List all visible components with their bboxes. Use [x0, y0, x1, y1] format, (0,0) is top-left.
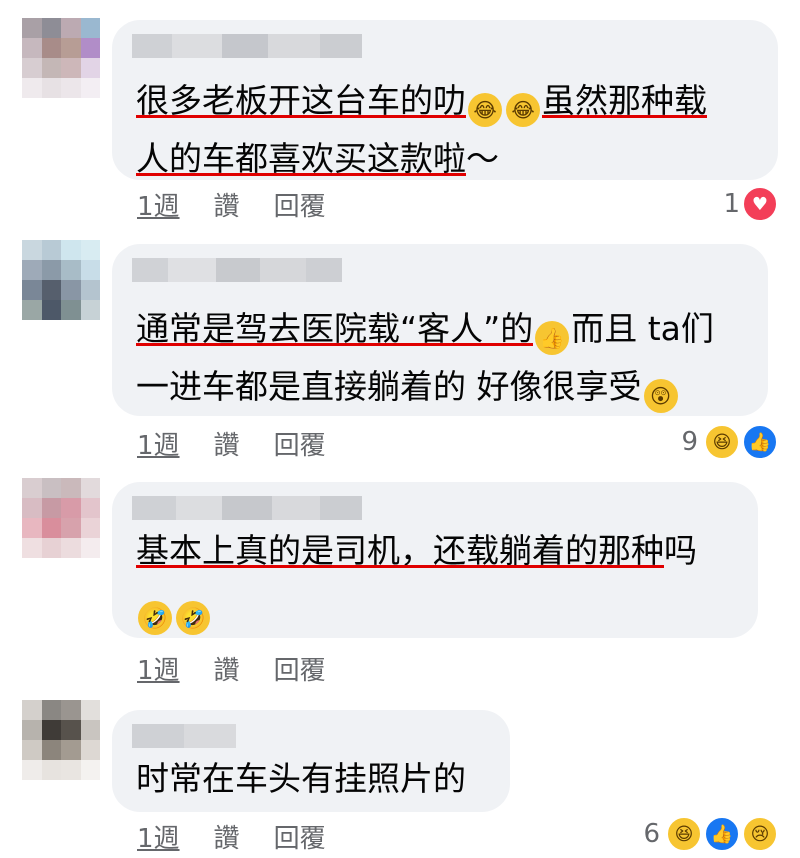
like-icon: 👍	[742, 424, 778, 460]
timestamp-link[interactable]: 1週	[137, 824, 180, 854]
avatar[interactable]	[22, 700, 100, 780]
emoji-icon: 😂	[468, 93, 502, 127]
comment-text: 基本上真的是司机，还载躺着的那种吗 🤣 🤣	[136, 522, 697, 638]
comment-line: 人的车都喜欢买这款啦～	[136, 130, 707, 188]
comment-text: 时常在车头有挂照片的	[136, 750, 466, 808]
reaction-summary[interactable]: 1 ♥	[723, 186, 778, 222]
avatar[interactable]	[22, 240, 100, 320]
reply-button[interactable]: 回覆	[274, 824, 326, 854]
emoji-icon: 😂	[506, 93, 540, 127]
underlined-text: 基本上真的是司机，还载躺着的那种	[136, 531, 664, 570]
underlined-text: 很多老板开这台车的叻	[136, 81, 466, 120]
timestamp-link[interactable]: 1週	[137, 656, 180, 686]
comment-text-span: 时常在车头有挂照片的	[136, 759, 466, 798]
comment-bubble: 基本上真的是司机，还载躺着的那种吗 🤣 🤣	[112, 482, 758, 638]
comment-line: 基本上真的是司机，还载躺着的那种吗	[136, 522, 697, 580]
comment-actions: 1週 讚 回覆	[137, 650, 360, 687]
haha-icon: 😆	[704, 424, 740, 460]
reply-button[interactable]: 回覆	[274, 656, 326, 686]
comment-actions: 1週 讚 回覆	[137, 818, 360, 855]
emoji-icon: 👍	[535, 321, 570, 355]
avatar[interactable]	[22, 18, 100, 98]
comment-text: 通常是驾去医院载“客人”的 👍 而且 ta们 一进车都是直接躺着的 好像很享受 😲	[136, 300, 714, 416]
comment-bubble: 时常在车头有挂照片的	[112, 710, 510, 812]
reply-button[interactable]: 回覆	[274, 431, 326, 461]
comment-line: 一进车都是直接躺着的 好像很享受 😲	[136, 358, 714, 416]
comment-bubble: 很多老板开这台车的叻 😂 😂 虽然那种载 人的车都喜欢买这款啦～	[112, 20, 778, 180]
timestamp-link[interactable]: 1週	[137, 431, 180, 461]
comment-text-span: ～	[466, 139, 499, 178]
author-name[interactable]	[132, 724, 236, 748]
avatar[interactable]	[22, 478, 100, 558]
comment-line: 通常是驾去医院载“客人”的 👍 而且 ta们	[136, 300, 714, 358]
author-name[interactable]	[132, 258, 342, 282]
comment-line: 很多老板开这台车的叻 😂 😂 虽然那种载	[136, 72, 707, 130]
love-icon: ♥	[742, 186, 778, 222]
comment-bubble: 通常是驾去医院载“客人”的 👍 而且 ta们 一进车都是直接躺着的 好像很享受 😲	[112, 244, 768, 416]
comment-text-span: 一进车都是直接躺着的 好像很享受	[136, 367, 642, 406]
comment-text: 很多老板开这台车的叻 😂 😂 虽然那种载 人的车都喜欢买这款啦～	[136, 72, 707, 188]
underlined-text: 通常是驾去医院载“客人”的	[136, 309, 534, 348]
emoji-icon: 🤣	[176, 601, 210, 635]
reply-button[interactable]: 回覆	[274, 192, 326, 222]
emoji-icon: 😲	[643, 379, 678, 413]
comment-actions: 1週 讚 回覆	[137, 186, 360, 223]
underlined-text: 虽然那种载	[542, 81, 707, 120]
reaction-summary[interactable]: 6 😆 👍 😢	[643, 816, 778, 852]
comment-text-span: 而且 ta们	[571, 309, 714, 348]
haha-icon: 😆	[666, 816, 702, 852]
like-button[interactable]: 讚	[214, 824, 240, 854]
comment-actions: 1週 讚 回覆	[137, 425, 360, 462]
comment-line: 时常在车头有挂照片的	[136, 750, 466, 808]
comment-line: 🤣 🤣	[136, 580, 697, 638]
timestamp-link[interactable]: 1週	[137, 192, 180, 222]
comment-text-span: 吗	[664, 531, 697, 570]
author-name[interactable]	[132, 34, 362, 58]
reaction-count: 6	[643, 819, 660, 849]
reaction-count: 9	[681, 427, 698, 457]
like-button[interactable]: 讚	[214, 192, 240, 222]
author-name[interactable]	[132, 496, 362, 520]
reaction-summary[interactable]: 9 😆 👍	[681, 424, 778, 460]
reaction-count: 1	[723, 189, 740, 219]
like-icon: 👍	[704, 816, 740, 852]
emoji-icon: 🤣	[138, 601, 172, 635]
like-button[interactable]: 讚	[214, 656, 240, 686]
like-button[interactable]: 讚	[214, 431, 240, 461]
sad-icon: 😢	[742, 816, 778, 852]
underlined-text: 人的车都喜欢买这款啦	[136, 139, 466, 178]
